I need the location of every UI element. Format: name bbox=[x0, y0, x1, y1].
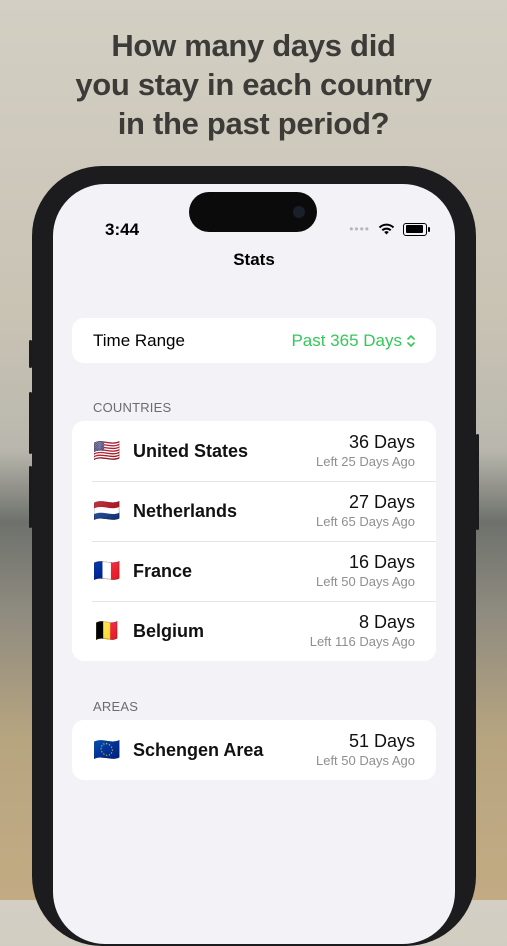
signal-dots-icon: •••• bbox=[349, 222, 370, 236]
eu-flag-icon: 🇪🇺 bbox=[93, 737, 121, 762]
area-name: Schengen Area bbox=[133, 739, 264, 760]
areas-section-header: AREAS bbox=[93, 699, 139, 714]
wifi-icon bbox=[378, 223, 395, 235]
headline-line-3: in the past period? bbox=[117, 106, 390, 141]
left-ago: Left 65 Days Ago bbox=[315, 514, 415, 529]
left-ago: Left 116 Days Ago bbox=[309, 634, 415, 649]
headline-line-2: you stay in each country bbox=[75, 67, 432, 102]
country-name: United States bbox=[133, 440, 249, 461]
country-row-belgium[interactable]: 🇧🇪 Belgium 8 Days Left 116 Days Ago bbox=[72, 601, 436, 661]
time-range-label: Time Range bbox=[93, 330, 185, 350]
page-title: Stats bbox=[233, 250, 275, 269]
area-row-schengen[interactable]: 🇪🇺 Schengen Area 51 Days Left 50 Days Ag… bbox=[72, 720, 436, 780]
time-range-picker[interactable]: Past 365 Days bbox=[291, 331, 416, 351]
left-ago: Left 50 Days Ago bbox=[315, 574, 415, 589]
country-name: France bbox=[133, 560, 193, 581]
volume-down-button bbox=[29, 466, 32, 528]
country-name: Belgium bbox=[133, 620, 205, 641]
left-ago: Left 25 Days Ago bbox=[315, 454, 415, 469]
country-row-netherlands[interactable]: 🇳🇱 Netherlands 27 Days Left 65 Days Ago bbox=[72, 481, 436, 541]
chevron-up-down-icon bbox=[407, 334, 415, 347]
mute-switch bbox=[29, 340, 32, 368]
fr-flag-icon: 🇫🇷 bbox=[93, 558, 121, 583]
country-row-france[interactable]: 🇫🇷 France 16 Days Left 50 Days Ago bbox=[72, 541, 436, 601]
app-screen: 3:44 •••• Stats Time Range Past 365 Days bbox=[53, 184, 455, 944]
time-range-card: Time Range Past 365 Days bbox=[72, 318, 436, 363]
countries-section-header: COUNTRIES bbox=[93, 400, 172, 415]
days-count: 16 Days bbox=[348, 552, 415, 572]
status-indicators: •••• bbox=[349, 222, 430, 236]
marketing-headline: How many days did you stay in each count… bbox=[0, 26, 507, 143]
battery-icon bbox=[403, 222, 430, 236]
time-range-value: Past 365 Days bbox=[291, 330, 402, 350]
countries-list: 🇺🇸 United States 36 Days Left 25 Days Ag… bbox=[72, 421, 436, 661]
country-row-united-states[interactable]: 🇺🇸 United States 36 Days Left 25 Days Ag… bbox=[72, 421, 436, 481]
headline-line-1: How many days did bbox=[111, 28, 396, 63]
days-count: 36 Days bbox=[348, 432, 415, 452]
us-flag-icon: 🇺🇸 bbox=[93, 438, 121, 463]
be-flag-icon: 🇧🇪 bbox=[93, 618, 121, 643]
days-count: 27 Days bbox=[348, 492, 415, 512]
phone-frame: 3:44 •••• Stats Time Range Past 365 Days bbox=[29, 166, 479, 946]
nl-flag-icon: 🇳🇱 bbox=[93, 498, 121, 523]
power-button bbox=[476, 434, 479, 530]
left-ago: Left 50 Days Ago bbox=[315, 753, 415, 768]
camera-icon bbox=[293, 206, 305, 218]
dynamic-island bbox=[189, 192, 317, 232]
days-count: 51 Days bbox=[348, 731, 415, 751]
country-name: Netherlands bbox=[133, 500, 238, 521]
volume-up-button bbox=[29, 392, 32, 454]
days-count: 8 Days bbox=[358, 612, 415, 632]
areas-list: 🇪🇺 Schengen Area 51 Days Left 50 Days Ag… bbox=[72, 720, 436, 780]
time-range-row[interactable]: Time Range Past 365 Days bbox=[72, 318, 436, 363]
status-time: 3:44 bbox=[105, 220, 140, 239]
